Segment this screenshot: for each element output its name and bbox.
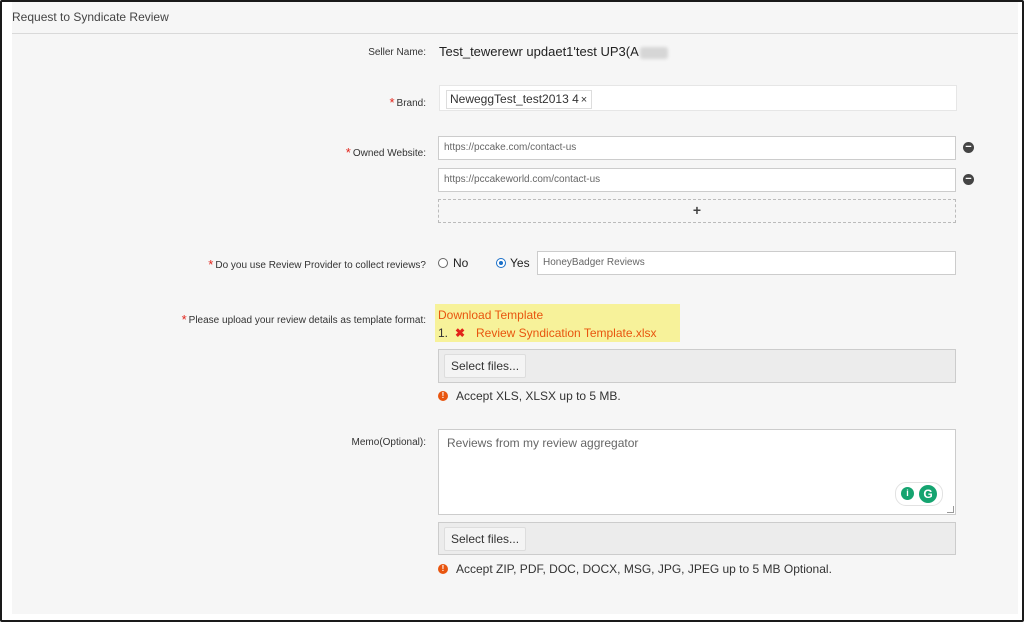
window-frame: Request to Syndicate Review Seller Name:…: [0, 0, 1024, 622]
panel-title: Request to Syndicate Review: [12, 2, 1018, 34]
add-website-button[interactable]: +: [438, 199, 956, 223]
radio-no[interactable]: [438, 258, 448, 268]
upload-label: * Please upload your review details as te…: [181, 311, 426, 327]
website-input-2-value: https://pccakeworld.com/contact-us: [444, 174, 601, 185]
brand-select[interactable]: NeweggTest_test2013 4 ×: [439, 85, 957, 111]
syndicate-review-panel: Request to Syndicate Review Seller Name:…: [12, 2, 1018, 614]
remove-tag-icon[interactable]: ×: [581, 94, 587, 106]
review-provider-label-text: Do you use Review Provider to collect re…: [215, 260, 426, 271]
owned-website-label: * Owned Website:: [345, 144, 426, 160]
review-provider-input[interactable]: HoneyBadger Reviews: [537, 251, 956, 275]
review-provider-value: HoneyBadger Reviews: [543, 257, 645, 268]
plus-icon: +: [692, 202, 702, 218]
info-icon: !: [438, 391, 448, 401]
brand-tag-label: NeweggTest_test2013 4: [450, 92, 579, 106]
upload-label-text: Please upload your review details as tem…: [188, 315, 426, 326]
upload-note: Accept XLS, XLSX up to 5 MB.: [456, 389, 621, 403]
select-files-button[interactable]: Select files...: [444, 354, 527, 378]
memo-note: Accept ZIP, PDF, DOC, DOCX, MSG, JPG, JP…: [456, 562, 832, 576]
required-mark: *: [208, 257, 214, 272]
required-mark: *: [181, 312, 187, 327]
brand-tag: NeweggTest_test2013 4 ×: [446, 90, 593, 109]
seller-name-label: Seller Name:: [368, 47, 426, 58]
memo-value: Reviews from my review aggregator: [447, 436, 639, 450]
brand-label: * Brand:: [389, 94, 426, 110]
resize-handle[interactable]: [947, 506, 954, 513]
radio-no-label: No: [453, 256, 469, 270]
required-mark: *: [345, 145, 351, 160]
grammarly-icon[interactable]: G: [919, 485, 937, 503]
grammarly-widget[interactable]: i G: [895, 482, 943, 506]
website-input-1[interactable]: https://pccake.com/contact-us: [438, 136, 956, 160]
radio-yes-label: Yes: [510, 256, 530, 270]
redacted-text: [639, 46, 668, 59]
download-template-link[interactable]: Download Template: [438, 308, 543, 322]
required-mark: *: [389, 95, 395, 110]
remove-website-2-icon[interactable]: −: [963, 174, 974, 185]
website-input-1-value: https://pccake.com/contact-us: [444, 142, 577, 153]
info-icon: !: [438, 564, 448, 574]
review-provider-label: * Do you use Review Provider to collect r…: [208, 256, 426, 272]
website-input-2[interactable]: https://pccakeworld.com/contact-us: [438, 168, 956, 192]
upload-dropzone[interactable]: Select files...: [438, 349, 956, 383]
memo-dropzone[interactable]: Select files...: [438, 522, 956, 555]
lightbulb-icon[interactable]: i: [901, 487, 914, 500]
remove-file-icon[interactable]: ✖: [455, 326, 465, 340]
owned-website-label-text: Owned Website:: [352, 148, 426, 159]
brand-label-text: Brand:: [396, 98, 426, 109]
file-index: 1.: [438, 326, 449, 340]
memo-textarea[interactable]: Reviews from my review aggregator i G: [438, 429, 956, 515]
memo-label: Memo(Optional):: [351, 437, 426, 448]
seller-name-text: Test_tewerewr updaet1'test UP3(A: [439, 44, 639, 59]
memo-select-files-button[interactable]: Select files...: [444, 527, 527, 551]
radio-yes[interactable]: [496, 258, 506, 268]
remove-website-1-icon[interactable]: −: [963, 142, 974, 153]
uploaded-file-link[interactable]: Review Syndication Template.xlsx: [476, 326, 657, 340]
seller-name-value: Test_tewerewr updaet1'test UP3(A: [439, 44, 668, 59]
